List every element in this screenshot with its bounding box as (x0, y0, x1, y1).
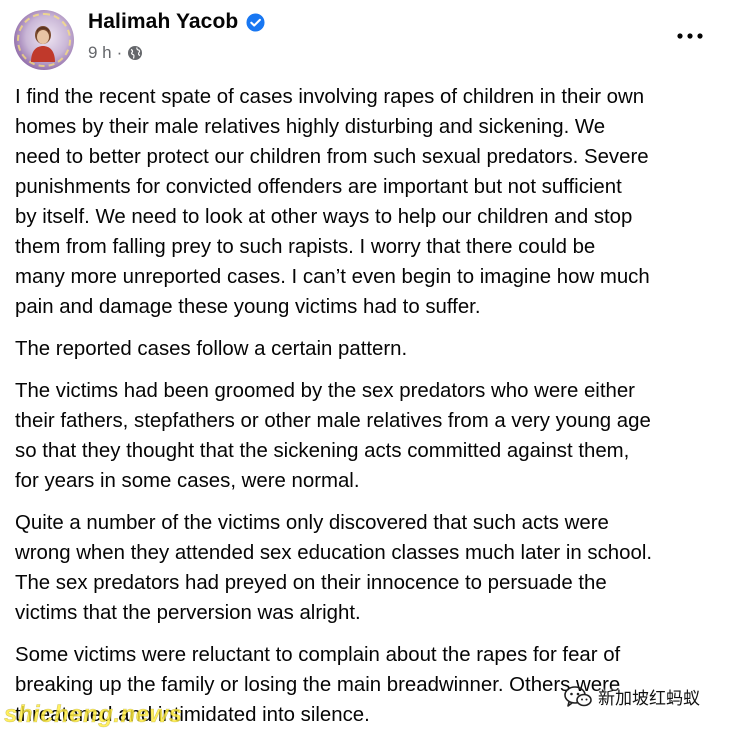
meta-separator: · (116, 43, 123, 62)
post-timestamp[interactable]: 9 h (88, 43, 112, 63)
avatar-portrait-icon (31, 26, 55, 62)
author-name[interactable]: Halimah Yacob (88, 10, 238, 34)
post-meta: 9 h · (88, 42, 143, 64)
globe-icon[interactable] (127, 45, 143, 61)
watermark-right-text: 新加坡红蚂蚁 (598, 689, 700, 708)
watermark-left-text: shicheng.news (4, 701, 183, 729)
post-paragraph: I find the recent spate of cases involvi… (15, 86, 650, 318)
verified-badge-icon (246, 13, 265, 32)
wechat-icon (564, 685, 592, 707)
author-avatar[interactable] (14, 10, 74, 70)
post-paragraph: The victims had been groomed by the sex … (15, 380, 651, 492)
post-paragraph: Quite a number of the victims only disco… (15, 512, 653, 624)
more-options-icon (677, 33, 703, 39)
post-paragraph: The reported cases follow a certain patt… (15, 338, 408, 360)
post-body: I find the recent spate of cases involvi… (15, 82, 723, 742)
more-options-button[interactable] (670, 22, 710, 50)
watermark-right: 新加坡红蚂蚁 (564, 684, 700, 709)
facebook-post: Halimah Yacob 9 h · I find the recent sp… (0, 0, 729, 732)
